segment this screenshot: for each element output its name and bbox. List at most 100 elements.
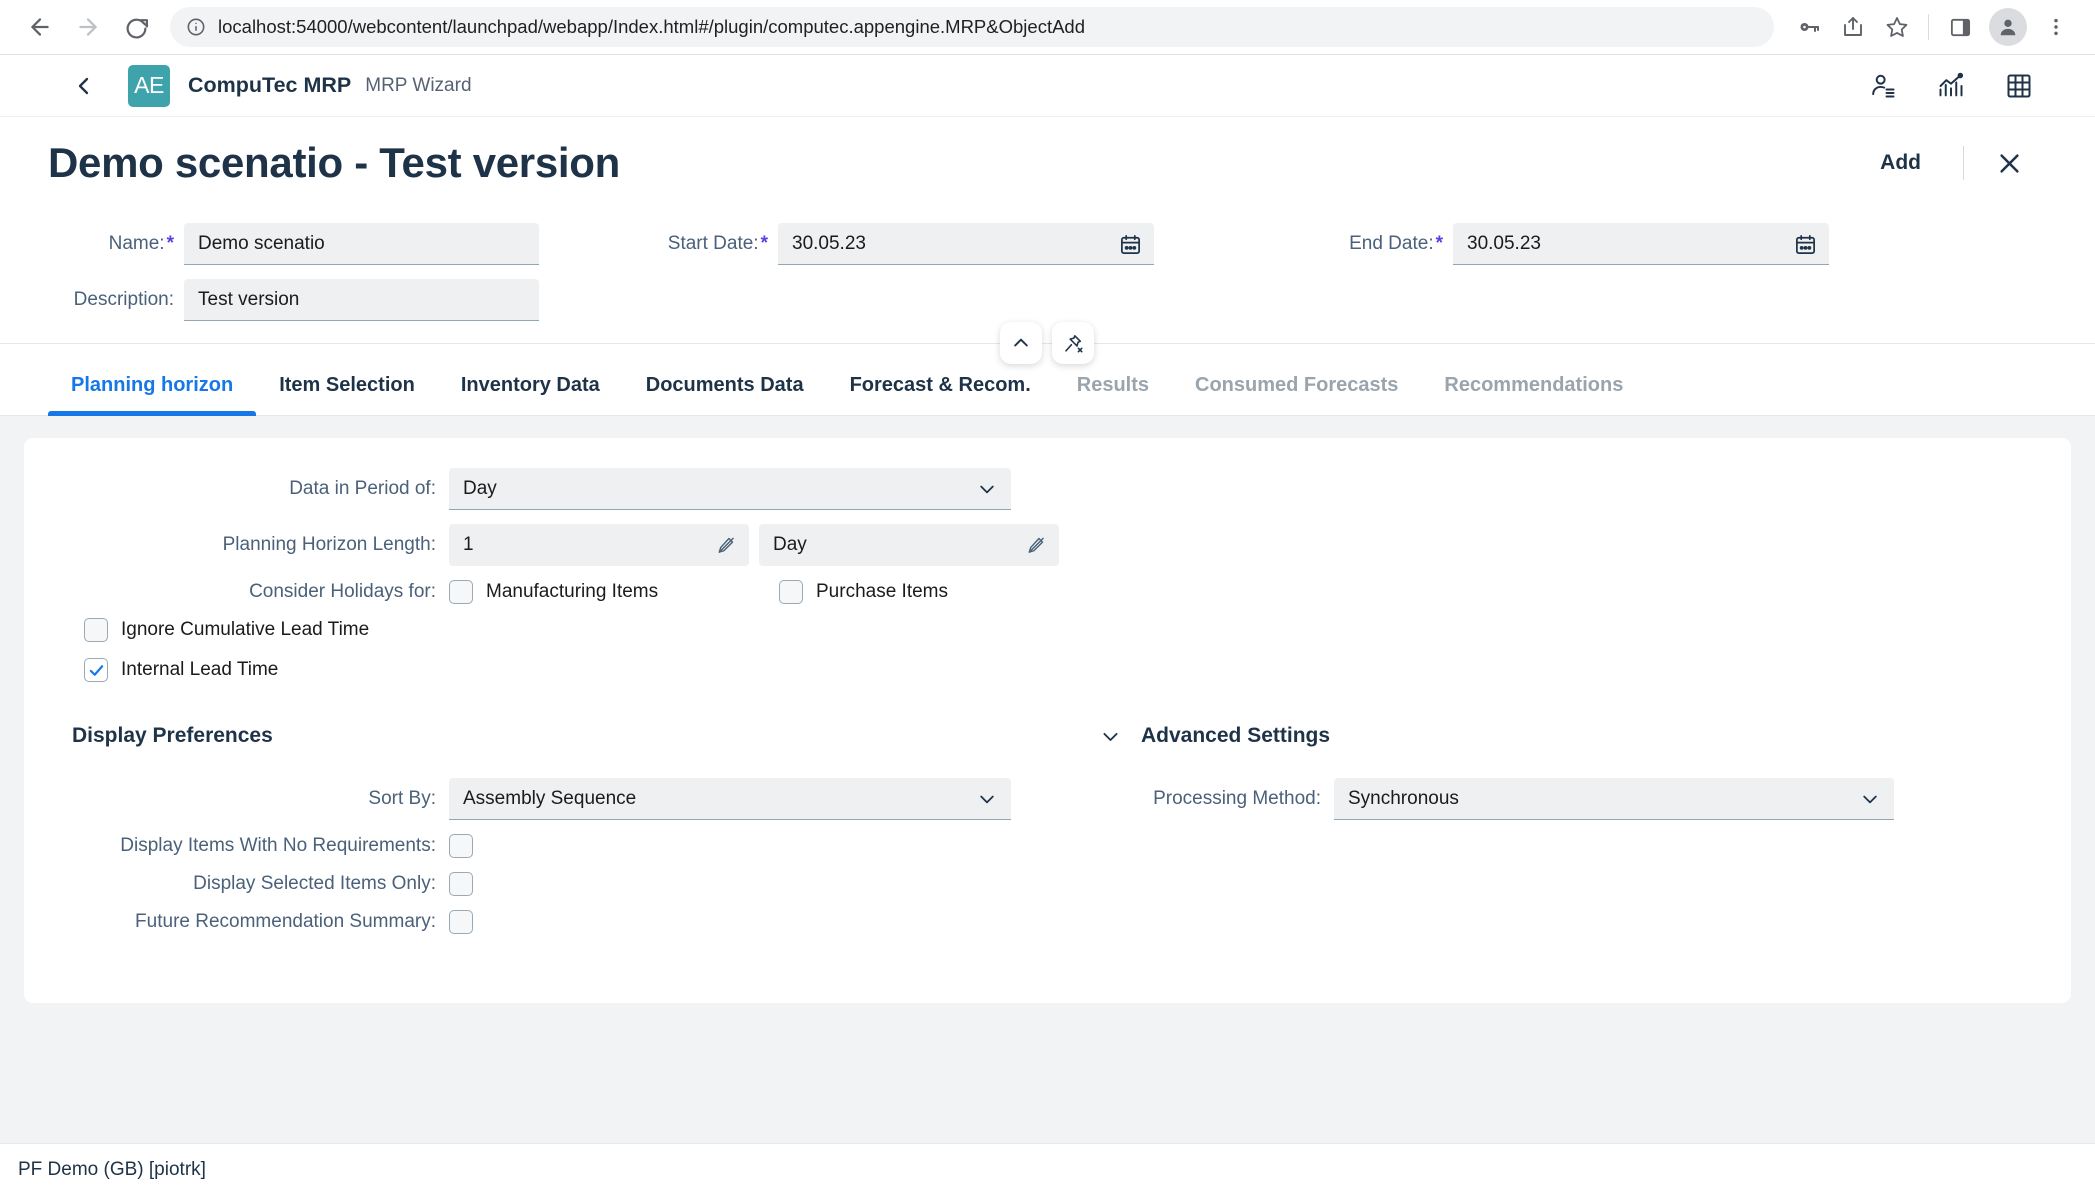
user-details-icon[interactable] (1869, 72, 1897, 100)
planning-horizon-length-label: Planning Horizon Length: (24, 534, 449, 556)
name-input-wrap (184, 223, 539, 265)
processing-method-select[interactable]: Synchronous (1334, 778, 1894, 820)
unpin-icon[interactable] (1052, 322, 1094, 364)
action-divider (1963, 146, 1964, 180)
tab-bar-wrap: Planning horizon Item Selection Inventor… (0, 343, 2095, 416)
ignore-cumulative-row: Ignore Cumulative Lead Time (24, 618, 2071, 642)
manufacturing-items-checkbox[interactable] (449, 580, 473, 604)
ignore-cumulative-checkbox-item[interactable]: Ignore Cumulative Lead Time (84, 618, 369, 642)
collapse-header-button[interactable] (1000, 322, 1042, 364)
ignore-cumulative-lead-time-checkbox[interactable] (84, 618, 108, 642)
processing-method-label: Processing Method: (1074, 788, 1334, 810)
purchase-items-checkbox[interactable] (779, 580, 803, 604)
advanced-settings-header[interactable]: Advanced Settings (1074, 724, 2071, 748)
analytics-icon[interactable] (1937, 72, 1965, 100)
sort-by-select[interactable]: Assembly Sequence (449, 778, 1011, 820)
tab-results: Results (1054, 375, 1172, 415)
end-date-input-wrap (1453, 223, 1829, 265)
selected-only-row: Display Selected Items Only: (24, 872, 1074, 896)
description-input[interactable] (184, 279, 539, 321)
purchase-items-checkbox-item[interactable]: Purchase Items (779, 580, 948, 604)
no-requirements-row: Display Items With No Requirements: (24, 834, 1074, 858)
end-date-label: End Date:* (1313, 233, 1453, 255)
required-asterisk: * (167, 233, 174, 254)
sort-by-row: Sort By: Assembly Sequence (24, 778, 1074, 820)
future-recommendation-summary-checkbox[interactable] (449, 910, 473, 934)
manufacturing-items-checkbox-item[interactable]: Manufacturing Items (449, 580, 779, 604)
tab-forecast-recom[interactable]: Forecast & Recom. (827, 375, 1054, 415)
header-icon-group (1869, 72, 2033, 100)
grid-icon[interactable] (2005, 72, 2033, 100)
page-title: Demo scenatio - Test version (48, 139, 620, 187)
add-button[interactable]: Add (1860, 145, 1941, 181)
horizon-length-fields (449, 524, 1059, 566)
browser-forward-button[interactable] (66, 5, 110, 49)
tab-item-selection[interactable]: Item Selection (256, 375, 438, 415)
calendar-icon[interactable] (1119, 233, 1142, 256)
password-key-icon[interactable] (1788, 6, 1830, 48)
consider-holidays-label: Consider Holidays for: (24, 581, 449, 603)
browser-action-icons (1788, 6, 2077, 48)
browser-reload-button[interactable] (114, 5, 158, 49)
name-field-row: Name:* (48, 223, 638, 265)
end-date-field-row: End Date:* (1313, 223, 2033, 265)
tab-recommendations: Recommendations (1421, 375, 1646, 415)
status-text: PF Demo (GB) [piotrk] (18, 1159, 206, 1181)
name-input[interactable] (184, 223, 539, 265)
chevron-down-icon[interactable] (1100, 726, 1121, 747)
display-selected-items-only-checkbox[interactable] (449, 872, 473, 896)
display-preferences-section: Display Preferences Sort By: Assembly Se… (24, 724, 1074, 948)
processing-method-row: Processing Method: Synchronous (1074, 778, 2071, 820)
future-summary-row: Future Recommendation Summary: (24, 910, 1074, 934)
display-items-no-requirements-checkbox[interactable] (449, 834, 473, 858)
side-panel-icon[interactable] (1939, 6, 1981, 48)
grid-filler (1313, 279, 2033, 321)
page-actions: Add (1860, 144, 2033, 183)
display-preferences-title: Display Preferences (24, 724, 1074, 748)
profile-avatar[interactable] (1989, 8, 2027, 46)
app-logo: AE (128, 65, 170, 107)
grid-filler (638, 279, 1313, 321)
address-bar[interactable]: localhost:54000/webcontent/launchpad/web… (170, 7, 1774, 47)
no-requirements-label: Display Items With No Requirements: (24, 835, 449, 857)
toolbar-divider (1928, 14, 1929, 40)
bookmark-star-icon[interactable] (1876, 6, 1918, 48)
selected-only-cell (449, 872, 1011, 896)
future-summary-cell (449, 910, 1011, 934)
tab-documents-data[interactable]: Documents Data (623, 375, 827, 415)
internal-lead-time-row: Internal Lead Time (24, 658, 2071, 682)
browser-menu-icon[interactable] (2035, 6, 2077, 48)
holiday-checkbox-group: Manufacturing Items Purchase Items (449, 580, 948, 604)
page-title-row: Demo scenatio - Test version Add (0, 117, 2095, 207)
start-date-label: Start Date:* (638, 233, 778, 255)
close-icon[interactable] (1986, 144, 2033, 183)
consider-holidays-row: Consider Holidays for: Manufacturing Ite… (24, 580, 2071, 604)
site-info-icon[interactable] (186, 17, 206, 37)
internal-lead-time-checkbox[interactable] (84, 658, 108, 682)
app-header: AE CompuTec MRP MRP Wizard (0, 55, 2095, 117)
preferences-sections: Display Preferences Sort By: Assembly Se… (24, 724, 2071, 948)
browser-toolbar: localhost:54000/webcontent/launchpad/web… (0, 0, 2095, 54)
start-date-input[interactable] (778, 223, 1154, 265)
horizon-length-input[interactable] (449, 524, 749, 566)
tab-inventory-data[interactable]: Inventory Data (438, 375, 623, 415)
browser-back-button[interactable] (18, 5, 62, 49)
internal-lead-time-checkbox-item[interactable]: Internal Lead Time (84, 658, 278, 682)
calendar-icon[interactable] (1794, 233, 1817, 256)
no-requirements-cell (449, 834, 1011, 858)
future-summary-label: Future Recommendation Summary: (24, 911, 449, 933)
application-shell: AE CompuTec MRP MRP Wizard Demo scenatio… (0, 55, 2095, 1194)
processing-method-select-wrap: Synchronous (1334, 778, 1894, 820)
description-label: Description: (48, 289, 184, 311)
description-field-row: Description: (48, 279, 638, 321)
planning-horizon-length-row: Planning Horizon Length: (24, 524, 2071, 566)
tab-planning-horizon[interactable]: Planning horizon (48, 375, 256, 415)
end-date-input[interactable] (1453, 223, 1829, 265)
not-editable-icon (716, 535, 736, 555)
horizon-unit-input[interactable] (759, 524, 1059, 566)
data-in-period-select[interactable]: Day (449, 468, 1011, 510)
share-icon[interactable] (1832, 6, 1874, 48)
data-in-period-row: Data in Period of: Day (24, 468, 2071, 510)
app-back-icon[interactable] (66, 68, 102, 104)
manufacturing-items-label: Manufacturing Items (486, 581, 658, 603)
